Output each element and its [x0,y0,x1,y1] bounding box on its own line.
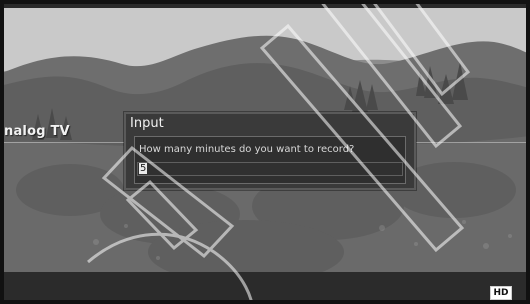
dialog-title: Input [130,116,164,131]
input-dialog: Input How many minutes do you want to re… [124,112,416,190]
top-letterbox [0,0,530,8]
bottom-letterbox [0,272,530,304]
dialog-prompt: How many minutes do you want to record? [139,144,355,155]
minutes-input-value: 5 [139,163,148,174]
dialog-body: How many minutes do you want to record? … [134,136,406,184]
hd-badge: HD [490,286,512,300]
channel-label: nalog TV [4,124,70,139]
minutes-input[interactable]: 5 [137,162,403,176]
tv-screen: nalog TV Input How many minutes do you w… [0,0,530,304]
